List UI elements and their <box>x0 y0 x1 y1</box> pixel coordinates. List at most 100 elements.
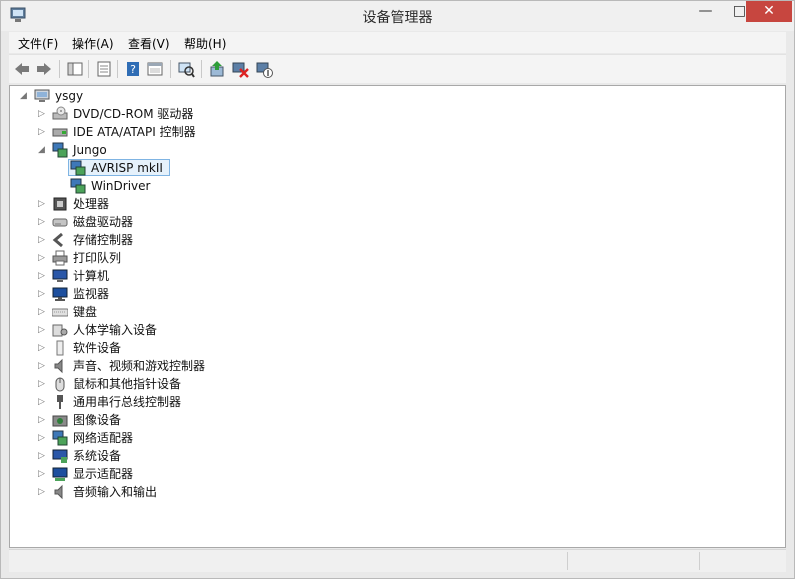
tree-item[interactable]: ▷ 磁盘驱动器 <box>38 213 338 231</box>
tree-item[interactable]: ▷ 网络适配器 <box>38 429 338 447</box>
tree-item-label: 人体学输入设备 <box>73 323 158 337</box>
tree-item[interactable]: ▷ 计算机 <box>38 267 338 285</box>
tree-item[interactable]: ▷ 通用串行总线控制器 <box>38 393 338 411</box>
toolbar-separator <box>59 60 60 78</box>
disable-icon[interactable] <box>255 60 273 78</box>
expand-arrow-icon[interactable]: ▷ <box>38 303 48 321</box>
tree-item-label: 系统设备 <box>73 449 122 463</box>
keyboard-icon <box>52 308 68 317</box>
tree-root-label: ysgy <box>55 89 84 103</box>
tree-item[interactable]: ▷ 显示适配器 <box>38 465 338 483</box>
tree-item[interactable]: ▷ DVD/CD-ROM 驱动器 <box>38 105 338 123</box>
show-hide-tree-icon[interactable] <box>66 60 84 78</box>
expand-arrow-icon[interactable]: ▷ <box>38 411 48 429</box>
tree-item[interactable]: ▷ 系统设备 <box>38 447 338 465</box>
tree-item-label: 存储控制器 <box>73 233 134 247</box>
tree-child-item[interactable]: WinDriver <box>56 177 256 195</box>
tree-item[interactable]: ▷ 图像设备 <box>38 411 338 429</box>
device-tree[interactable]: ◢ ysgy ▷ DVD/CD-ROM 驱动器 ▷ IDE ATA/ATAPI … <box>9 85 786 548</box>
tree-item-label: 处理器 <box>73 197 110 211</box>
tree-root[interactable]: ◢ ysgy <box>20 87 220 105</box>
ide-controller-icon <box>52 128 68 137</box>
tree-item-label: 软件设备 <box>73 341 122 355</box>
tree-item[interactable]: ▷ 处理器 <box>38 195 338 213</box>
device-manager-window: 设备管理器 — □ ✕ 文件(F) 操作(A) 查看(V) 帮助(H) ? ◢ … <box>0 0 795 579</box>
view-icon[interactable] <box>146 60 164 78</box>
tree-item[interactable]: ▷ 监视器 <box>38 285 338 303</box>
system-device-icon <box>52 449 68 463</box>
status-bar <box>9 549 786 572</box>
expand-arrow-icon[interactable]: ▷ <box>38 357 48 375</box>
tree-child-item[interactable]: AVRISP mkII <box>56 159 256 177</box>
minimize-button[interactable]: — <box>689 1 722 22</box>
tree-item[interactable]: ▷ 打印队列 <box>38 249 338 267</box>
tree-item-label: 计算机 <box>73 269 110 283</box>
collapse-arrow-icon[interactable]: ◢ <box>38 141 48 159</box>
software-device-icon <box>56 340 64 356</box>
expand-arrow-icon[interactable]: ▷ <box>38 213 48 231</box>
menu-action[interactable]: 操作(A) <box>72 35 114 52</box>
expand-arrow-icon[interactable]: ▷ <box>38 195 48 213</box>
expand-arrow-icon[interactable]: ▷ <box>38 231 48 249</box>
help-icon[interactable]: ? <box>124 60 142 78</box>
expand-arrow-icon[interactable]: ▷ <box>38 267 48 285</box>
tree-item[interactable]: ▷ 鼠标和其他指针设备 <box>38 375 338 393</box>
expand-arrow-icon[interactable]: ▷ <box>38 249 48 267</box>
toolbar-separator <box>170 60 171 78</box>
back-icon[interactable] <box>13 60 31 78</box>
tree-item[interactable]: ◢ Jungo <box>38 141 338 159</box>
tree-item-label: 显示适配器 <box>73 467 134 481</box>
tree-item[interactable]: ▷ 声音、视频和游戏控制器 <box>38 357 338 375</box>
forward-icon[interactable] <box>35 60 53 78</box>
tree-item-label: 图像设备 <box>73 413 122 427</box>
tree-item[interactable]: ▷ 软件设备 <box>38 339 338 357</box>
toolbar: ? <box>9 54 786 83</box>
svg-text:?: ? <box>130 63 136 76</box>
tree-item[interactable]: ▷ 存储控制器 <box>38 231 338 249</box>
usb-plug-icon <box>57 395 63 409</box>
toolbar-separator <box>117 60 118 78</box>
expand-arrow-icon[interactable]: ▷ <box>38 429 48 447</box>
menu-help[interactable]: 帮助(H) <box>184 35 226 52</box>
disk-drive-icon <box>52 218 68 227</box>
tree-item-label: 键盘 <box>73 305 98 319</box>
scan-hardware-icon[interactable] <box>177 60 195 78</box>
expand-arrow-icon[interactable]: ▷ <box>38 123 48 141</box>
tree-item-label: 打印队列 <box>73 251 122 265</box>
usb-device-icon <box>52 142 68 158</box>
expand-arrow-icon[interactable]: ▷ <box>38 339 48 357</box>
expand-arrow-icon[interactable]: ▷ <box>38 285 48 303</box>
tree-item-label: 监视器 <box>73 287 110 301</box>
update-driver-icon[interactable] <box>208 60 226 78</box>
processor-icon <box>53 197 67 211</box>
expand-arrow-icon[interactable]: ▷ <box>38 321 48 339</box>
tree-child-label: WinDriver <box>91 179 151 193</box>
tree-item[interactable]: ▷ 人体学输入设备 <box>38 321 338 339</box>
expand-arrow-icon[interactable]: ▷ <box>38 483 48 501</box>
tree-item[interactable]: ▷ 音频输入和输出 <box>38 483 338 501</box>
expand-arrow-icon[interactable]: ▷ <box>38 375 48 393</box>
expand-arrow-icon[interactable]: ▷ <box>38 105 48 123</box>
window-title: 设备管理器 <box>362 10 433 26</box>
collapse-arrow-icon[interactable]: ◢ <box>20 87 30 105</box>
properties-icon[interactable] <box>95 60 113 78</box>
expand-arrow-icon[interactable]: ▷ <box>38 447 48 465</box>
usb-device-icon <box>70 178 86 194</box>
menu-file[interactable]: 文件(F) <box>18 35 58 52</box>
disc-drive-icon <box>52 106 68 120</box>
tree-item[interactable]: ▷ IDE ATA/ATAPI 控制器 <box>38 123 338 141</box>
tree-item[interactable]: ▷ 键盘 <box>38 303 338 321</box>
menu-view[interactable]: 查看(V) <box>128 35 170 52</box>
expand-arrow-icon[interactable]: ▷ <box>38 393 48 411</box>
expand-arrow-icon[interactable]: ▷ <box>38 465 48 483</box>
tree-item-label: IDE ATA/ATAPI 控制器 <box>73 125 196 139</box>
storage-controller-icon <box>52 232 63 248</box>
mouse-icon <box>55 377 65 392</box>
status-cell <box>567 552 698 570</box>
computer-icon <box>52 269 68 282</box>
printer-icon <box>52 250 68 266</box>
uninstall-icon[interactable] <box>231 60 249 78</box>
close-button[interactable]: ✕ <box>746 1 792 22</box>
tree-child-label: AVRISP mkII <box>91 161 163 175</box>
tree-item-label: 网络适配器 <box>73 431 134 445</box>
